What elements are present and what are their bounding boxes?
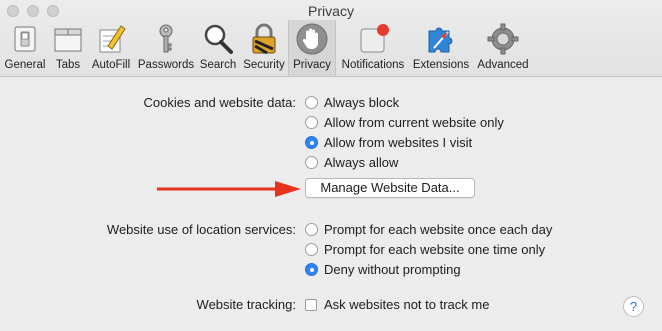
toolbar-item-general[interactable]: General	[0, 20, 50, 76]
toolbar-label: Advanced	[477, 59, 529, 71]
toolbar-label: Search	[199, 59, 237, 71]
tracking-label: Website tracking:	[196, 297, 296, 312]
radio-button-selected[interactable]	[305, 136, 318, 149]
do-not-track-checkbox[interactable]	[305, 298, 317, 311]
location-option-deny[interactable]: Deny without prompting	[305, 262, 461, 277]
toolbar-item-extensions[interactable]: Extensions	[410, 20, 472, 76]
toolbar-label: Notifications	[341, 59, 405, 71]
key-icon	[159, 24, 173, 53]
general-switch-icon	[14, 26, 36, 52]
option-label: Allow from websites I visit	[324, 135, 473, 150]
option-label: Always block	[324, 95, 400, 110]
cookies-option-always-block[interactable]: Always block	[305, 95, 399, 110]
toolbar-item-tabs[interactable]: Tabs	[50, 20, 86, 76]
help-button[interactable]: ?	[623, 296, 644, 317]
toolbar-item-passwords[interactable]: Passwords	[136, 20, 196, 76]
puzzle-compass-icon	[428, 27, 453, 53]
toolbar-item-search[interactable]: Search	[196, 20, 240, 76]
magnifier-icon	[204, 24, 233, 54]
option-label: Prompt for each website one time only	[324, 242, 546, 257]
toolbar-label: AutoFill	[91, 59, 131, 71]
option-label: Allow from current website only	[324, 115, 504, 130]
notification-badge-icon	[360, 24, 389, 53]
location-option-once-each-day[interactable]: Prompt for each website once each day	[305, 222, 552, 237]
toolbar-item-notifications[interactable]: Notifications	[336, 20, 410, 76]
titlebar: Privacy General Tabs AutoFill Passwords …	[0, 0, 662, 77]
option-label: Ask websites not to track me	[324, 297, 490, 312]
toolbar-item-autofill[interactable]: AutoFill	[86, 20, 136, 76]
manage-website-data-button[interactable]: Manage Website Data...	[305, 178, 475, 198]
radio-button[interactable]	[305, 96, 318, 109]
radio-button[interactable]	[305, 156, 318, 169]
cookies-option-current-only[interactable]: Allow from current website only	[305, 115, 504, 130]
toolbar-label: Extensions	[412, 59, 470, 71]
option-label: Deny without prompting	[324, 262, 461, 277]
red-arrow-annotation	[157, 181, 301, 197]
preferences-window: Privacy General Tabs AutoFill Passwords …	[0, 0, 662, 331]
window-title: Privacy	[308, 3, 354, 19]
gear-icon	[487, 23, 519, 55]
toolbar-label: General	[4, 59, 46, 71]
cookies-option-always-allow[interactable]: Always allow	[305, 155, 398, 170]
toolbar-label: Tabs	[55, 59, 81, 71]
do-not-track-option[interactable]: Ask websites not to track me	[305, 297, 489, 312]
option-label: Always allow	[324, 155, 399, 170]
cookies-option-websites-visit[interactable]: Allow from websites I visit	[305, 135, 472, 150]
location-label: Website use of location services:	[106, 222, 296, 237]
padlock-icon	[252, 23, 276, 55]
toolbar-item-privacy[interactable]: Privacy	[288, 20, 336, 76]
radio-button[interactable]	[305, 116, 318, 129]
location-option-one-time-only[interactable]: Prompt for each website one time only	[305, 242, 545, 257]
toolbar-label: Privacy	[293, 59, 331, 71]
preferences-toolbar: General Tabs AutoFill Passwords Search S…	[0, 20, 534, 76]
toolbar-item-advanced[interactable]: Advanced	[472, 20, 534, 76]
autofill-pencil-icon	[99, 25, 126, 53]
toolbar-label: Passwords	[137, 59, 195, 71]
radio-button-selected[interactable]	[305, 263, 318, 276]
radio-button[interactable]	[305, 243, 318, 256]
cookies-label: Cookies and website data:	[143, 95, 296, 110]
option-label: Prompt for each website once each day	[324, 222, 553, 237]
toolbar-label: Security	[243, 59, 285, 71]
toolbar-item-security[interactable]: Security	[240, 20, 288, 76]
hand-icon	[296, 23, 328, 55]
tabs-icon	[54, 28, 82, 52]
radio-button[interactable]	[305, 223, 318, 236]
